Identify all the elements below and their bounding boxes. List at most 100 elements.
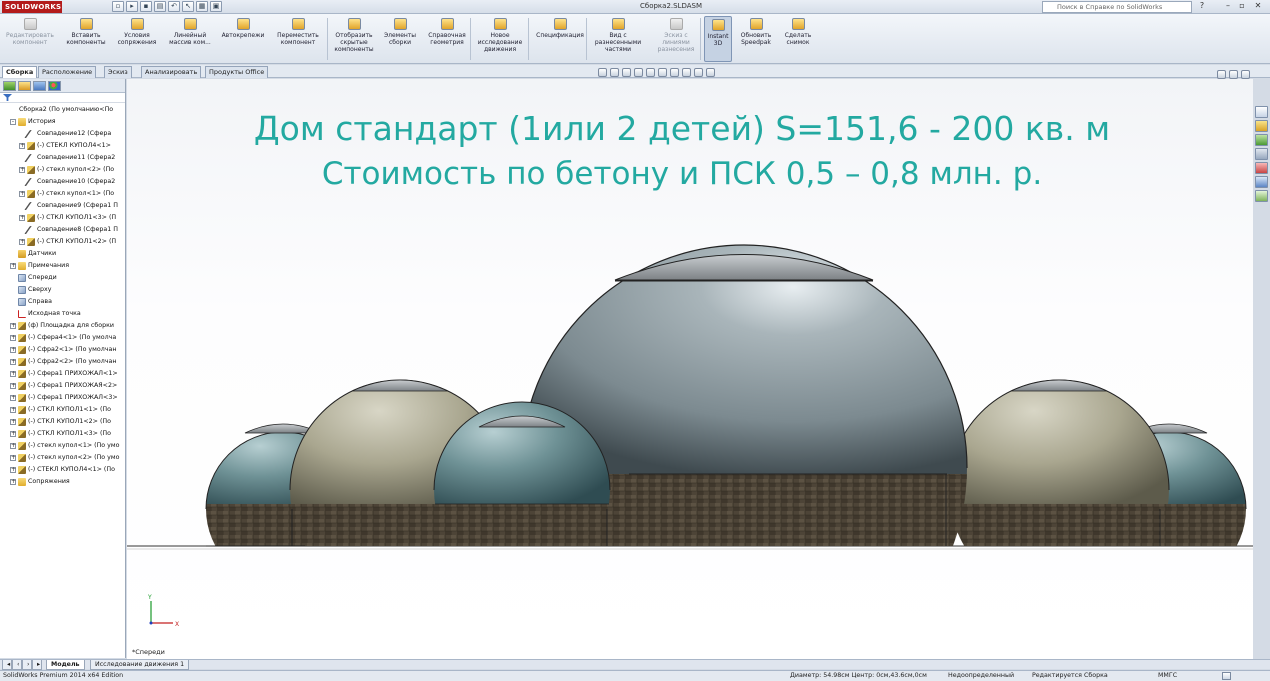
tree-item[interactable]: Сверху bbox=[0, 284, 125, 296]
tree-expander-icon[interactable]: + bbox=[10, 335, 16, 341]
tree-item[interactable]: + (ф) Площадка для сборки bbox=[0, 320, 125, 332]
tree-expander-icon[interactable]: + bbox=[19, 191, 25, 197]
tree-item[interactable]: Сборка2 (По умолчанию<По bbox=[0, 104, 125, 116]
command-linear-pattern-button[interactable]: Линейный массив ком... bbox=[164, 16, 216, 62]
tree-item[interactable]: + (-) Сфера1 ПРИХОЖАЯ<2> bbox=[0, 380, 125, 392]
rebuild-icon[interactable]: ▦ bbox=[196, 1, 208, 12]
tab-assembly[interactable]: Сборка bbox=[2, 66, 38, 78]
configuration-manager-tab-icon[interactable] bbox=[33, 81, 46, 91]
tree-item[interactable]: + (-) СТЕКЛ КУПОЛ4<1> (По bbox=[0, 464, 125, 476]
tree-expander-icon[interactable]: + bbox=[10, 443, 16, 449]
tree-item[interactable]: Спереди bbox=[0, 272, 125, 284]
tab-model[interactable]: Модель bbox=[46, 660, 85, 670]
graphics-viewport[interactable]: Y X Дом стандарт (1или 2 детей) S=151,6 … bbox=[127, 79, 1253, 659]
view-orientation-icon[interactable] bbox=[646, 68, 655, 77]
tab-evaluate[interactable]: Анализировать bbox=[141, 66, 202, 78]
design-library-icon[interactable] bbox=[1255, 120, 1268, 132]
open-icon[interactable]: ▸ bbox=[126, 1, 138, 12]
tree-item[interactable]: + (-) стекл купол<1> (По bbox=[0, 188, 125, 200]
tree-expander-icon[interactable]: - bbox=[10, 119, 16, 125]
tree-item[interactable]: Совпадение8 (Сфера1 П bbox=[0, 224, 125, 236]
tree-item[interactable]: + (-) СТКЛ КУПОЛ1<1> (По bbox=[0, 404, 125, 416]
tree-expander-icon[interactable]: + bbox=[19, 215, 25, 221]
view-settings-icon[interactable] bbox=[706, 68, 715, 77]
apply-scene-icon[interactable] bbox=[694, 68, 703, 77]
tree-expander-icon[interactable]: + bbox=[10, 479, 16, 485]
viewport-close-icon[interactable] bbox=[1241, 70, 1250, 79]
close-button[interactable]: ✕ bbox=[1252, 1, 1264, 12]
tree-item[interactable]: Справа bbox=[0, 296, 125, 308]
solidworks-forum-icon[interactable] bbox=[1255, 190, 1268, 202]
tab-sketch[interactable]: Эскиз bbox=[104, 66, 132, 78]
tree-filter[interactable] bbox=[0, 93, 125, 103]
tree-expander-icon[interactable]: + bbox=[10, 383, 16, 389]
view-palette-icon[interactable] bbox=[1255, 148, 1268, 160]
tree-expander-icon[interactable]: + bbox=[10, 359, 16, 365]
tree-item[interactable]: + (-) СТКЛ КУПОЛ1<2> (П bbox=[0, 236, 125, 248]
tree-expander-icon[interactable]: + bbox=[10, 263, 16, 269]
command-motion-study-button[interactable]: Новое исследование движения bbox=[474, 16, 526, 62]
tree-item[interactable]: + (-) стекл купол<2> (По bbox=[0, 164, 125, 176]
tree-item[interactable]: + (-) Сфера4<1> (По умолча bbox=[0, 332, 125, 344]
tree-expander-icon[interactable]: + bbox=[19, 143, 25, 149]
tree-item[interactable]: Совпадение12 (Сфера bbox=[0, 128, 125, 140]
previous-view-icon[interactable] bbox=[622, 68, 631, 77]
display-style-icon[interactable] bbox=[658, 68, 667, 77]
tree-item[interactable]: - История bbox=[0, 116, 125, 128]
tab-scroll-left-icon[interactable]: ◂ bbox=[2, 660, 12, 670]
tree-expander-icon[interactable]: + bbox=[10, 431, 16, 437]
command-show-hidden-button[interactable]: Отобразить скрытые компоненты bbox=[330, 16, 378, 62]
tree-expander-icon[interactable]: + bbox=[10, 419, 16, 425]
appearances-icon[interactable] bbox=[1255, 162, 1268, 174]
minimize-button[interactable]: – bbox=[1222, 1, 1234, 12]
tree-item[interactable]: Исходная точка bbox=[0, 308, 125, 320]
solidworks-logo[interactable]: SOLIDWORKS bbox=[2, 1, 62, 13]
command-reference-geometry-button[interactable]: Справочная геометрия bbox=[424, 16, 470, 62]
command-explode-line-sketch-button[interactable]: Эскиз с линиями разнесения bbox=[654, 16, 698, 62]
feature-tree-tab-icon[interactable] bbox=[3, 81, 16, 91]
resources-icon[interactable] bbox=[1255, 106, 1268, 118]
new-document-icon[interactable]: ▫ bbox=[112, 1, 124, 12]
custom-properties-icon[interactable] bbox=[1255, 176, 1268, 188]
command-bom-button[interactable]: Спецификация bbox=[532, 16, 588, 62]
tree-item[interactable]: Совпадение10 (Сфера2 bbox=[0, 176, 125, 188]
restore-button[interactable]: ▫ bbox=[1236, 1, 1248, 12]
command-snapshot-button[interactable]: Сделать снимок bbox=[782, 16, 814, 62]
hide-show-items-icon[interactable] bbox=[670, 68, 679, 77]
options-icon[interactable]: ▣ bbox=[210, 1, 222, 12]
tree-item[interactable]: + Примечания bbox=[0, 260, 125, 272]
tree-item[interactable]: Датчики bbox=[0, 248, 125, 260]
print-icon[interactable]: ▤ bbox=[154, 1, 166, 12]
command-speedpak-button[interactable]: Обновить Speedpak bbox=[736, 16, 776, 62]
quick-tips-icon[interactable] bbox=[1222, 672, 1231, 680]
command-edit-component-button[interactable]: Редактировать компонент bbox=[4, 16, 56, 62]
command-assembly-features-button[interactable]: Элементы сборки bbox=[382, 16, 418, 62]
tree-item[interactable]: + (-) СТЕКЛ КУПОЛ4<1> bbox=[0, 140, 125, 152]
tree-expander-icon[interactable]: + bbox=[10, 467, 16, 473]
tree-expander-icon[interactable]: + bbox=[10, 455, 16, 461]
tab-scroll-next-icon[interactable]: › bbox=[22, 660, 32, 670]
status-units[interactable]: ММГС bbox=[1158, 671, 1177, 681]
command-exploded-view-button[interactable]: Вид с разнесенными частями bbox=[590, 16, 646, 62]
tree-expander-icon[interactable]: + bbox=[10, 347, 16, 353]
command-move-component-button[interactable]: Переместить компонент bbox=[272, 16, 324, 62]
tab-scroll-right-icon[interactable]: ▸ bbox=[32, 660, 42, 670]
command-smart-fasteners-button[interactable]: Автокрепежи bbox=[220, 16, 266, 62]
zoom-to-fit-icon[interactable] bbox=[598, 68, 607, 77]
tree-item[interactable]: + Сопряжения bbox=[0, 476, 125, 488]
display-manager-tab-icon[interactable] bbox=[48, 81, 61, 91]
tree-expander-icon[interactable]: + bbox=[10, 395, 16, 401]
tree-item[interactable]: + (-) СТКЛ КУПОЛ1<2> (По bbox=[0, 416, 125, 428]
command-instant3d-button[interactable]: Instant 3D bbox=[704, 16, 732, 62]
tab-office-products[interactable]: Продукты Office bbox=[205, 66, 269, 78]
tab-motion-study[interactable]: Исследование движения 1 bbox=[90, 660, 190, 670]
zoom-area-icon[interactable] bbox=[610, 68, 619, 77]
undo-icon[interactable]: ↶ bbox=[168, 1, 180, 12]
command-mate-button[interactable]: Условия сопряжения bbox=[114, 16, 160, 62]
select-icon[interactable]: ↖ bbox=[182, 1, 194, 12]
save-icon[interactable]: ▪ bbox=[140, 1, 152, 12]
tree-item[interactable]: + (-) стекл купол<1> (По умо bbox=[0, 440, 125, 452]
section-view-icon[interactable] bbox=[634, 68, 643, 77]
tree-expander-icon[interactable]: + bbox=[10, 323, 16, 329]
tree-expander-icon[interactable]: + bbox=[19, 239, 25, 245]
